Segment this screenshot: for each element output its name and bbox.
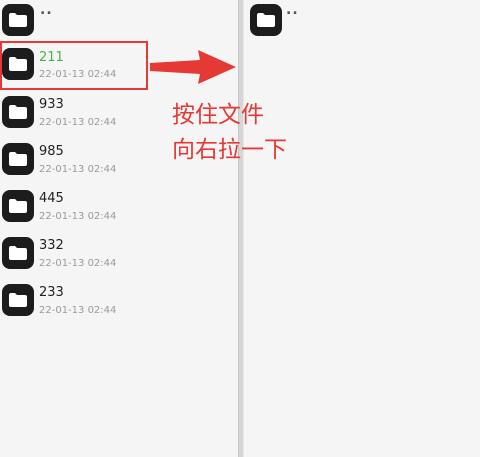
parent-dir-label: .. [286,2,299,18]
annotation-line-1: 按住文件 [172,102,264,128]
folder-icon [2,237,34,269]
file-row[interactable]: 332 22-01-13 02:44 [0,232,238,278]
folder-icon [2,284,34,316]
file-name: 332 [39,238,64,253]
file-name: 233 [39,285,64,300]
parent-dir-row[interactable]: .. [244,0,480,46]
file-date: 22-01-13 02:44 [39,305,117,316]
file-name: 985 [39,144,64,159]
file-row[interactable]: 233 22-01-13 02:44 [0,279,238,325]
file-date: 22-01-13 02:44 [39,117,117,128]
file-name: 933 [39,97,64,112]
parent-dir-label: .. [40,2,53,18]
folder-icon [2,4,34,36]
parent-dir-row[interactable]: .. [0,0,238,46]
annotation-line-2: 向右拉一下 [172,137,287,163]
folder-icon [250,4,282,36]
file-date: 22-01-13 02:44 [39,211,117,222]
folder-icon [2,143,34,175]
drag-right-arrow-icon [150,50,236,84]
right-file-pane: .. [244,0,480,457]
file-date: 22-01-13 02:44 [39,258,117,269]
selection-highlight-box [0,41,148,90]
file-date: 22-01-13 02:44 [39,164,117,175]
file-name: 445 [39,191,64,206]
file-row[interactable]: 445 22-01-13 02:44 [0,185,238,231]
folder-icon [2,190,34,222]
folder-icon [2,96,34,128]
